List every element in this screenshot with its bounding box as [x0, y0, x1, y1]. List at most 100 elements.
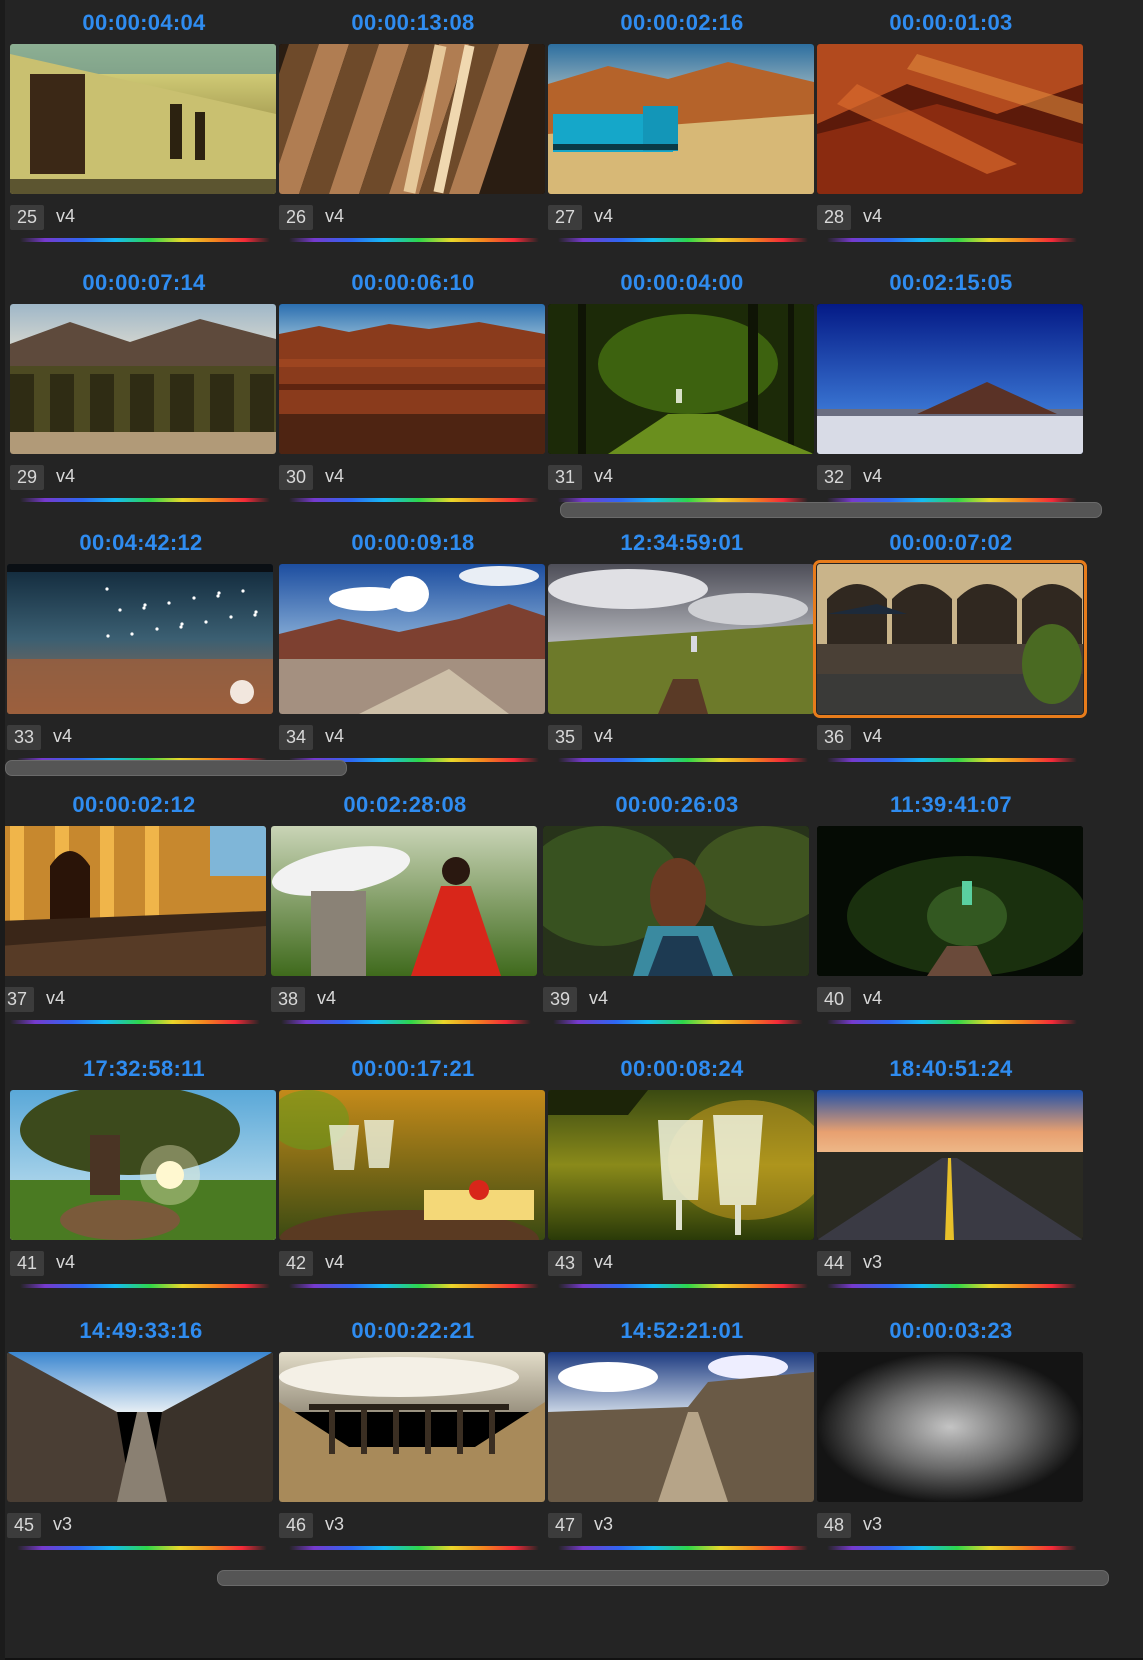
clip-tile[interactable]: 00:00:08:24 43 v4 [548, 1046, 816, 1306]
clip-tile[interactable]: 00:04:42:12 33 v4 [7, 520, 275, 780]
clip-number-badge: 33 [7, 725, 42, 750]
clip-version-label: v4 [325, 206, 345, 226]
clip-tile[interactable]: 00:00:02:16 27 v4 [548, 0, 816, 260]
clip-row: 00:00:02:12 37 v4 00:02:28:08 38 v4 00:00:26:0… [5, 782, 1143, 1062]
clip-thumbnail[interactable] [817, 44, 1083, 194]
clip-thumbnail[interactable] [548, 304, 814, 454]
clip-number-badge: 48 [817, 1513, 852, 1538]
clip-version-label: v4 [594, 466, 614, 486]
clip-timecode: 14:52:21:01 [620, 1318, 744, 1343]
clip-thumbnail[interactable] [5, 826, 266, 976]
clip-timecode: 14:49:33:16 [79, 1318, 203, 1343]
clip-thumbnail[interactable] [817, 1090, 1083, 1240]
color-spectrum-bar [10, 1020, 260, 1024]
clip-row: 17:32:58:11 41 v4 00:00:17:21 42 v4 00:00:08:2… [5, 1046, 1143, 1326]
clip-tile[interactable]: 00:00:13:08 26 v4 [279, 0, 547, 260]
color-spectrum-bar [289, 238, 539, 242]
clip-version-label: v3 [53, 1514, 73, 1534]
clip-version-label: v4 [325, 726, 345, 746]
clip-timecode: 00:00:03:23 [889, 1318, 1013, 1343]
clip-thumbnail[interactable] [10, 44, 276, 194]
clip-timecode: 00:02:15:05 [889, 270, 1013, 295]
clip-thumbnail[interactable] [817, 1352, 1083, 1502]
clip-version-label: v3 [863, 1252, 883, 1272]
clip-timecode: 00:00:07:02 [889, 530, 1013, 555]
horizontal-scrollbar[interactable] [560, 502, 1102, 518]
clip-tile[interactable]: 17:32:58:11 41 v4 [10, 1046, 278, 1306]
clip-tile[interactable]: 00:00:22:21 46 v3 [279, 1308, 547, 1568]
clip-thumbnail[interactable] [548, 564, 814, 714]
clip-version-label: v4 [594, 1252, 614, 1272]
clip-version-label: v4 [53, 726, 73, 746]
clip-timecode: 00:00:17:21 [351, 1056, 475, 1081]
clip-tile[interactable]: 00:02:28:08 38 v4 [271, 782, 539, 1042]
clip-tile[interactable]: 00:00:01:03 28 v4 [817, 0, 1085, 260]
clip-timecode: 00:00:22:21 [351, 1318, 475, 1343]
clip-timecode: 00:00:08:24 [620, 1056, 744, 1081]
clip-row: 00:04:42:12 33 v4 00:00:09:18 34 v4 12:34:59:0… [5, 520, 1143, 800]
horizontal-scrollbar[interactable] [217, 1570, 1109, 1586]
clip-tile[interactable]: 00:00:09:18 34 v4 [279, 520, 547, 780]
clip-tile[interactable]: 00:00:04:00 31 v4 [548, 260, 816, 520]
clip-thumbnail[interactable] [279, 1352, 545, 1502]
clip-tile[interactable]: 18:40:51:24 44 v3 [817, 1046, 1085, 1306]
clip-number-badge: 36 [817, 725, 852, 750]
clip-tile[interactable]: 14:52:21:01 47 v3 [548, 1308, 816, 1568]
clip-number-badge: 44 [817, 1251, 852, 1276]
clip-number-badge: 46 [279, 1513, 314, 1538]
clip-thumbnail[interactable] [548, 44, 814, 194]
clip-thumbnail[interactable] [7, 564, 273, 714]
clip-thumbnail[interactable] [543, 826, 809, 976]
clip-tile[interactable]: 00:00:02:12 37 v4 [5, 782, 268, 1042]
clip-thumbnail[interactable] [7, 1352, 273, 1502]
clip-thumbnail[interactable] [279, 1090, 545, 1240]
clip-tile[interactable]: 14:49:33:16 45 v3 [7, 1308, 275, 1568]
clip-thumbnail[interactable] [813, 560, 1087, 718]
clip-version-label: v4 [863, 206, 883, 226]
clip-timecode: 00:00:06:10 [351, 270, 475, 295]
horizontal-scrollbar[interactable] [5, 760, 347, 776]
clip-tile[interactable]: 00:02:15:05 32 v4 [817, 260, 1085, 520]
clip-version-label: v3 [325, 1514, 345, 1534]
color-spectrum-bar [558, 758, 808, 762]
color-spectrum-bar [281, 1020, 531, 1024]
clip-tile[interactable]: 11:39:41:07 40 v4 [817, 782, 1085, 1042]
clip-thumbnail[interactable] [817, 304, 1083, 454]
clip-timecode: 00:00:09:18 [351, 530, 475, 555]
clip-tile[interactable]: 00:00:07:02 36 v4 [813, 520, 1087, 780]
clip-timecode: 11:39:41:07 [890, 792, 1012, 817]
clip-tile[interactable]: 12:34:59:01 35 v4 [548, 520, 816, 780]
color-spectrum-bar [827, 1546, 1077, 1550]
clip-thumbnail[interactable] [817, 826, 1083, 976]
clip-thumbnail[interactable] [548, 1090, 814, 1240]
clip-tile[interactable]: 00:00:03:23 48 v3 [817, 1308, 1085, 1568]
clip-number-badge: 47 [548, 1513, 583, 1538]
clip-thumbnail[interactable] [279, 44, 545, 194]
clip-thumbnail[interactable] [10, 1090, 276, 1240]
clip-version-label: v4 [317, 988, 337, 1008]
clip-thumbnail[interactable] [279, 564, 545, 714]
clip-thumbnail[interactable] [10, 304, 276, 454]
color-spectrum-bar [558, 1546, 808, 1550]
clip-number-badge: 26 [279, 205, 314, 230]
clip-version-label: v4 [56, 206, 76, 226]
clip-number-badge: 27 [548, 205, 583, 230]
clip-version-label: v4 [863, 466, 883, 486]
clip-version-label: v4 [325, 466, 345, 486]
clip-thumbnail[interactable] [271, 826, 537, 976]
clip-number-badge: 34 [279, 725, 314, 750]
clip-tile[interactable]: 00:00:17:21 42 v4 [279, 1046, 547, 1306]
clip-version-label: v4 [863, 988, 883, 1008]
clip-tile[interactable]: 00:00:26:03 39 v4 [543, 782, 811, 1042]
clip-tile[interactable]: 00:00:07:14 29 v4 [10, 260, 278, 520]
clip-version-label: v4 [325, 1252, 345, 1272]
clip-thumbnail[interactable] [279, 304, 545, 454]
color-spectrum-bar [558, 238, 808, 242]
clip-row: 00:00:07:14 29 v4 00:00:06:10 30 v4 00:00:04:0… [5, 260, 1143, 540]
clip-row: 14:49:33:16 45 v3 00:00:22:21 46 v3 14:52:21:0… [5, 1308, 1143, 1660]
clip-number-badge: 39 [543, 987, 578, 1012]
clip-number-badge: 30 [279, 465, 314, 490]
clip-tile[interactable]: 00:00:06:10 30 v4 [279, 260, 547, 520]
clip-thumbnail[interactable] [548, 1352, 814, 1502]
clip-tile[interactable]: 00:00:04:04 25 v4 [10, 0, 278, 260]
